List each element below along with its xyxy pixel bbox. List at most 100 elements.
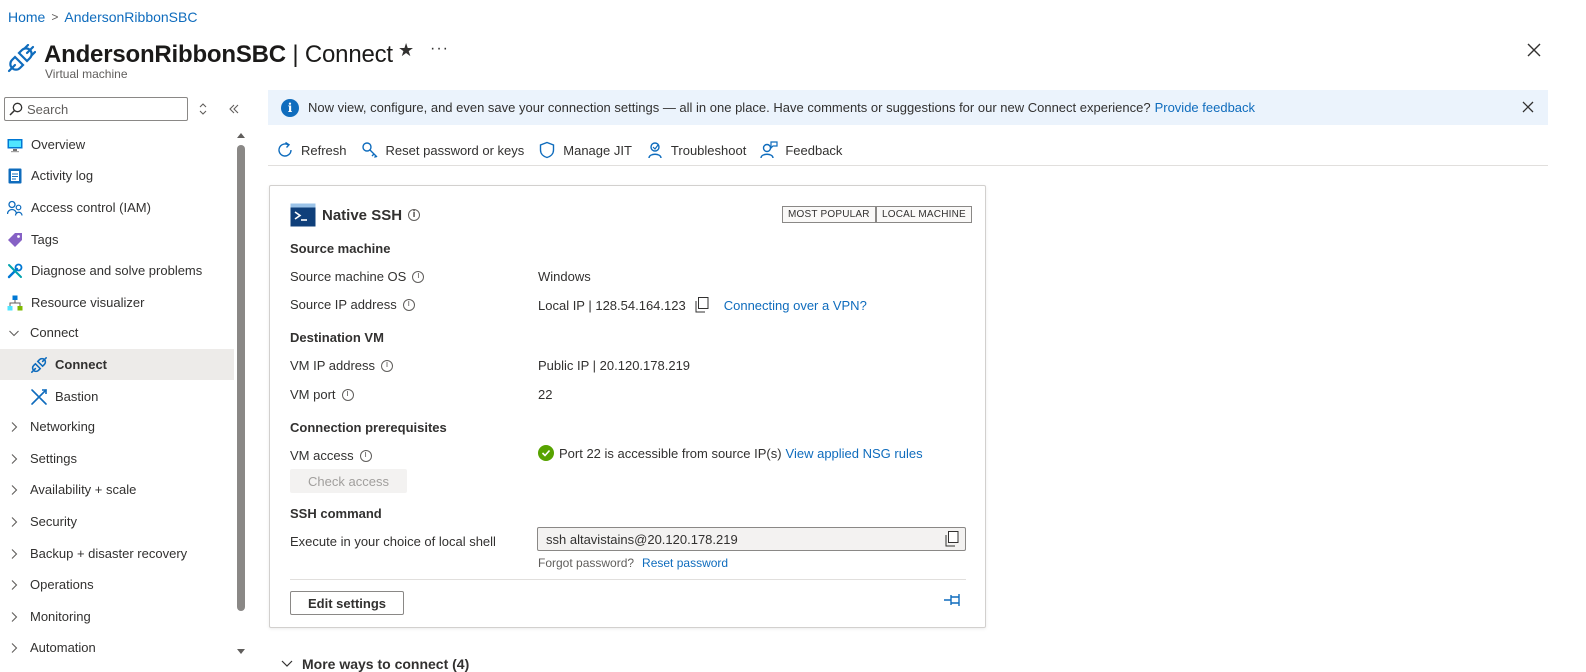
vpn-link[interactable]: Connecting over a VPN? — [724, 298, 867, 313]
source-ip-value: Local IP | 128.54.164.123 — [538, 297, 686, 313]
chevron-down-icon — [9, 330, 19, 336]
source-os-label: Source machine OS i — [290, 269, 425, 284]
chevron-right-icon — [11, 516, 18, 527]
info-icon[interactable]: i — [341, 388, 354, 401]
more-ways-to-connect[interactable]: More ways to connect (4) — [280, 656, 469, 672]
most-popular-badge: MOST POPULAR — [782, 206, 876, 223]
key-icon — [361, 142, 378, 158]
sidebar-item-connect[interactable]: Connect — [0, 349, 234, 380]
divider — [290, 579, 966, 580]
sidebar-item-overview[interactable]: Overview — [0, 129, 234, 160]
vm-ip-value: Public IP | 20.120.178.219 — [538, 358, 691, 373]
chevron-down-icon — [281, 660, 293, 667]
manage-jit-button[interactable]: Manage JIT — [538, 141, 632, 159]
nsg-rules-link[interactable]: View applied NSG rules — [786, 446, 923, 461]
chevron-right-icon — [11, 642, 18, 653]
copy-icon[interactable] — [695, 297, 709, 313]
troubleshoot-button[interactable]: Troubleshoot — [646, 141, 746, 159]
sidebar-item-bastion[interactable]: Bastion — [0, 381, 234, 412]
sidebar-group-automation[interactable]: Automation — [0, 632, 234, 663]
native-ssh-card: Native SSH i MOST POPULAR LOCAL MACHINE … — [269, 185, 986, 628]
chevron-right-icon — [11, 548, 18, 559]
search-input[interactable] — [27, 101, 177, 117]
people-icon — [7, 200, 23, 216]
close-icon[interactable] — [1524, 40, 1544, 60]
pin-icon[interactable] — [943, 593, 965, 607]
scroll-down-arrow-icon[interactable] — [236, 648, 246, 656]
vm-access-value: Port 22 is accessible from source IP(s) — [559, 445, 782, 461]
ssh-command-heading: SSH command — [290, 506, 382, 521]
chevron-right-icon — [11, 611, 18, 622]
info-icon[interactable]: i — [381, 359, 394, 372]
vm-access-row: Port 22 is accessible from source IP(s) … — [538, 445, 923, 461]
manage-jit-label: Manage JIT — [563, 142, 632, 158]
sidebar-scrollbar-thumb[interactable] — [237, 145, 245, 611]
source-machine-heading: Source machine — [290, 241, 391, 256]
source-ip-row: Local IP | 128.54.164.123 Connecting ove… — [538, 297, 867, 313]
breadcrumb-current-link[interactable]: AndersonRibbonSBC — [64, 9, 197, 25]
sidebar-group-security[interactable]: Security — [0, 506, 234, 537]
refresh-button[interactable]: Refresh — [276, 141, 347, 159]
sidebar-group-connect[interactable]: Connect — [0, 317, 234, 348]
bastion-icon — [31, 388, 47, 405]
favorite-star-icon[interactable]: ★ — [398, 40, 414, 61]
check-access-button[interactable]: Check access — [290, 469, 407, 493]
feedback-button[interactable]: Feedback — [760, 141, 842, 159]
sidebar-group-operations[interactable]: Operations — [0, 569, 234, 600]
sidebar-item-label: Connect — [30, 325, 79, 340]
provide-feedback-link[interactable]: Provide feedback — [1155, 100, 1255, 115]
tag-icon — [8, 232, 22, 247]
vm-port-value: 22 — [538, 387, 553, 402]
activity-log-icon — [8, 168, 22, 183]
sidebar-group-availability[interactable]: Availability + scale — [0, 474, 234, 505]
local-machine-badge: LOCAL MACHINE — [876, 206, 972, 223]
sidebar-item-label: Automation — [30, 640, 96, 655]
sidebar-item-resource-visualizer[interactable]: Resource visualizer — [0, 287, 234, 318]
breadcrumb-home-link[interactable]: Home — [8, 9, 45, 25]
vm-access-label: VM access i — [290, 448, 372, 463]
sidebar-item-label: Availability + scale — [30, 482, 137, 497]
sidebar-group-monitoring[interactable]: Monitoring — [0, 601, 234, 632]
ssh-command-text: ssh altavistains@20.120.178.219 — [546, 531, 738, 547]
banner-text: Now view, configure, and even save your … — [308, 100, 1151, 115]
sort-updown-icon[interactable] — [198, 102, 208, 116]
reset-password-link[interactable]: Reset password — [642, 556, 728, 570]
scroll-up-arrow-icon[interactable] — [236, 131, 246, 139]
sidebar-group-backup[interactable]: Backup + disaster recovery — [0, 538, 234, 569]
sidebar-item-activity-log[interactable]: Activity log — [0, 160, 234, 191]
success-check-icon — [538, 445, 554, 461]
sidebar-group-networking[interactable]: Networking — [0, 411, 234, 442]
sidebar-item-tags[interactable]: Tags — [0, 224, 234, 255]
edit-settings-button[interactable]: Edit settings — [290, 591, 404, 615]
sidebar-item-diagnose[interactable]: Diagnose and solve problems — [0, 255, 234, 286]
sidebar-item-label: Overview — [31, 137, 86, 152]
vm-port-label: VM port i — [290, 387, 354, 402]
sidebar-group-settings[interactable]: Settings — [0, 443, 234, 474]
refresh-label: Refresh — [301, 142, 347, 158]
destination-vm-heading: Destination VM — [290, 330, 384, 345]
wrench-icon — [7, 263, 23, 278]
info-icon[interactable]: i — [408, 209, 421, 221]
collapse-sidebar-icon[interactable] — [228, 103, 240, 115]
info-icon: i — [281, 98, 299, 117]
card-title: Native SSH i — [290, 203, 421, 227]
forgot-password-text: Forgot password? — [538, 556, 635, 570]
info-icon[interactable]: i — [412, 270, 425, 283]
info-icon[interactable]: i — [359, 449, 372, 462]
reset-password-button[interactable]: Reset password or keys — [361, 141, 524, 159]
terminal-icon — [290, 203, 316, 227]
sidebar-item-label: Security — [30, 514, 77, 529]
more-options-icon[interactable]: ··· — [430, 40, 449, 58]
shield-icon — [540, 141, 555, 159]
search-icon — [9, 102, 23, 116]
sidebar-item-label: Monitoring — [30, 609, 91, 624]
ssh-command-field[interactable]: ssh altavistains@20.120.178.219 — [537, 527, 966, 551]
sidebar-item-label: Activity log — [31, 168, 94, 183]
sidebar-item-access-control[interactable]: Access control (IAM) — [0, 192, 234, 223]
sidebar-search[interactable] — [4, 97, 188, 121]
close-banner-icon[interactable] — [1520, 99, 1536, 115]
info-icon[interactable]: i — [402, 298, 415, 311]
more-ways-label: More ways to connect (4) — [302, 656, 470, 672]
sidebar-item-label: Bastion — [55, 389, 99, 404]
copy-icon[interactable] — [945, 531, 959, 547]
